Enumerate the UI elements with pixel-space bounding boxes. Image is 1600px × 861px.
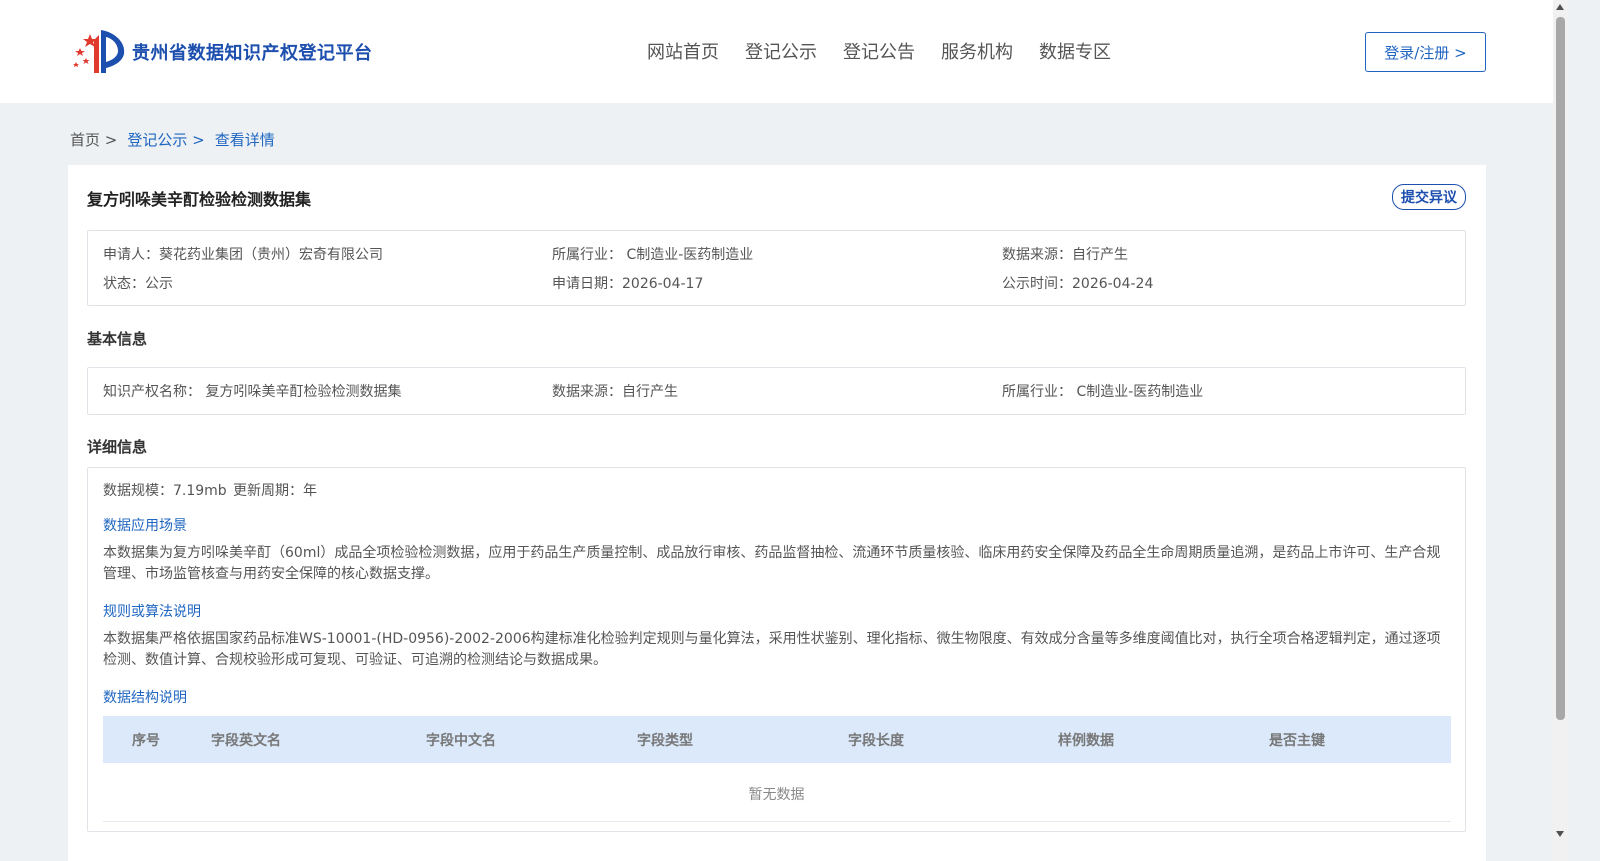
- page-scrollbar[interactable]: [1553, 0, 1568, 861]
- structure-table-header: 序号 字段英文名 字段中文名 字段类型 字段长度 样例数据 是否主键: [103, 716, 1451, 763]
- site-logo[interactable]: 贵州省数据知识产权登记平台: [70, 26, 373, 78]
- nav-registration-announcement[interactable]: 登记公告: [843, 38, 915, 64]
- applicant-field: 申请人：葵花药业集团（贵州）宏奇有限公司: [103, 247, 383, 263]
- nav-registration-publicity[interactable]: 登记公示: [745, 38, 817, 64]
- breadcrumb: 首页 > 登记公示 > 查看详情: [70, 129, 275, 150]
- col-primary-key: 是否主键: [1269, 733, 1325, 749]
- basic-data-source-field: 数据来源：自行产生: [552, 384, 678, 400]
- update-cycle-field: 更新周期：年: [233, 483, 317, 499]
- basic-info-box: 知识产权名称： 复方吲哚美辛酊检验检测数据集 数据来源：自行产生 所属行业： C…: [87, 367, 1466, 415]
- scroll-thumb[interactable]: [1556, 17, 1565, 720]
- summary-info-box: 申请人：葵花药业集团（贵州）宏奇有限公司 所属行业： C制造业-医药制造业 数据…: [87, 230, 1466, 306]
- nav-service-agencies[interactable]: 服务机构: [941, 38, 1013, 64]
- scenario-text: 本数据集为复方吲哚美辛酊（60ml）成品全项检验检测数据，应用于药品生产质量控制…: [103, 545, 1441, 582]
- col-field-length: 字段长度: [848, 733, 904, 749]
- breadcrumb-publicity[interactable]: 登记公示 >: [127, 129, 204, 150]
- detail-info-box: 数据规模：7.19mb 更新周期：年 数据应用场景 本数据集为复方吲哚美辛酊（6…: [87, 467, 1466, 832]
- page-title: 复方吲哚美辛酊检验检测数据集: [87, 190, 312, 209]
- col-field-type: 字段类型: [637, 733, 693, 749]
- scenario-heading: 数据应用场景: [103, 518, 187, 534]
- ip-name-field: 知识产权名称： 复方吲哚美辛酊检验检测数据集: [103, 384, 402, 400]
- breadcrumb-current: 查看详情: [214, 131, 275, 149]
- basic-industry-field: 所属行业： C制造业-医药制造业: [1002, 384, 1204, 400]
- submit-objection-button[interactable]: 提交异议: [1392, 184, 1466, 210]
- table-empty-state: 暂无数据: [748, 787, 805, 803]
- site-header: 贵州省数据知识产权登记平台 网站首页 登记公示 登记公告 服务机构 数据专区 登…: [0, 0, 1553, 103]
- col-index: 序号: [132, 733, 160, 749]
- breadcrumb-home[interactable]: 首页 >: [70, 129, 117, 150]
- data-source-field: 数据来源：自行产生: [1002, 247, 1128, 263]
- logo-text: 贵州省数据知识产权登记平台: [132, 43, 373, 64]
- publicity-time-field: 公示时间：2026-04-24: [1002, 276, 1154, 292]
- detail-info-heading: 详细信息: [87, 438, 148, 456]
- basic-info-heading: 基本信息: [87, 330, 148, 348]
- structure-heading: 数据结构说明: [103, 690, 187, 706]
- col-chinese-name: 字段中文名: [426, 733, 496, 749]
- status-field: 状态：公示: [103, 276, 173, 292]
- nav-data-zone[interactable]: 数据专区: [1039, 38, 1111, 64]
- scroll-down-arrow-icon[interactable]: [1556, 831, 1564, 837]
- col-english-name: 字段英文名: [211, 733, 281, 749]
- col-sample-data: 样例数据: [1058, 733, 1114, 749]
- main-nav: 网站首页 登记公示 登记公告 服务机构 数据专区: [634, 38, 1124, 64]
- table-bottom-divider: [103, 821, 1451, 822]
- scroll-up-arrow-icon[interactable]: [1556, 4, 1564, 10]
- data-scale-field: 数据规模：7.19mb: [103, 483, 227, 499]
- nav-home[interactable]: 网站首页: [647, 38, 719, 64]
- apply-date-field: 申请日期：2026-04-17: [552, 276, 704, 292]
- industry-field: 所属行业： C制造业-医药制造业: [552, 247, 754, 263]
- rules-text: 本数据集严格依据国家药品标准WS-10001-(HD-0956)-2002-20…: [103, 631, 1441, 668]
- login-register-button[interactable]: 登录/注册 >: [1365, 32, 1486, 72]
- rules-heading: 规则或算法说明: [103, 604, 201, 620]
- detail-card: 复方吲哚美辛酊检验检测数据集 提交异议 申请人：葵花药业集团（贵州）宏奇有限公司…: [68, 165, 1486, 861]
- logo-emblem-icon: [73, 30, 125, 73]
